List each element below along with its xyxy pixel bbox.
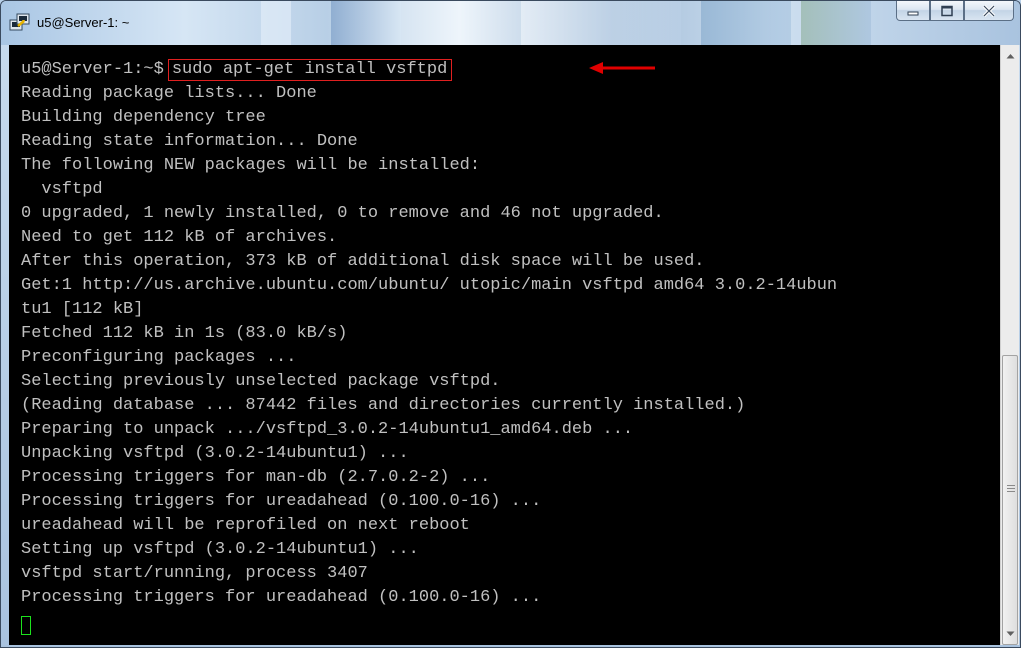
output-line: (Reading database ... 87442 files and di…	[21, 396, 746, 415]
annotation-arrow-icon	[589, 62, 655, 74]
thumb-grip	[1007, 488, 1015, 489]
title-bar-glass-streak	[261, 1, 291, 45]
output-line: Preconfiguring packages ...	[21, 348, 297, 367]
thumb-grip	[1007, 485, 1015, 486]
highlighted-command: sudo apt-get install vsftpd	[167, 59, 453, 81]
scroll-down-icon	[1006, 631, 1014, 636]
output-line: Get:1 http://us.archive.ubuntu.com/ubunt…	[21, 276, 838, 295]
output-line: Processing triggers for man-db (2.7.0.2-…	[21, 468, 491, 487]
output-line: Fetched 112 kB in 1s (83.0 kB/s)	[21, 324, 348, 343]
output-line: After this operation, 373 kB of addition…	[21, 252, 705, 271]
terminal-cursor[interactable]	[21, 616, 31, 635]
close-button[interactable]	[964, 1, 1014, 21]
output-line: Processing triggers for ureadahead (0.10…	[21, 492, 542, 511]
scroll-up-button[interactable]	[1001, 47, 1019, 65]
output-line: Reading package lists... Done	[21, 84, 317, 103]
window-title: u5@Server-1: ~	[37, 15, 130, 30]
title-bar[interactable]: u5@Server-1: ~	[1, 1, 1020, 45]
output-line: Processing triggers for ureadahead (0.10…	[21, 588, 542, 607]
title-bar-glass-streak	[521, 1, 681, 45]
caption-buttons	[896, 1, 1014, 23]
scroll-down-button[interactable]	[1001, 625, 1019, 643]
command-line: u5@Server-1:~$ sudo apt-get install vsftp…	[21, 58, 453, 82]
output-line: ureadahead will be reprofiled on next re…	[21, 516, 470, 535]
output-line: 0 upgraded, 1 newly installed, 0 to remo…	[21, 204, 664, 223]
thumb-grip	[1007, 491, 1015, 492]
close-icon	[982, 4, 996, 17]
terminal-output[interactable]: u5@Server-1:~$ sudo apt-get install vsftp…	[9, 45, 1001, 645]
output-line: Preparing to unpack .../vsftpd_3.0.2-14u…	[21, 420, 634, 439]
output-line: tu1 [112 kB]	[21, 300, 144, 319]
title-bar-glass-streak	[331, 1, 401, 45]
scroll-up-icon	[1006, 54, 1014, 59]
output-line: Building dependency tree	[21, 108, 266, 127]
output-line: Setting up vsftpd (3.0.2-14ubuntu1) ...	[21, 540, 419, 559]
minimize-button[interactable]	[896, 1, 930, 21]
output-line: The following NEW packages will be insta…	[21, 156, 481, 175]
output-line: Unpacking vsftpd (3.0.2-14ubuntu1) ...	[21, 444, 409, 463]
title-bar-glass-streak	[701, 1, 791, 45]
output-line: vsftpd start/running, process 3407	[21, 564, 368, 583]
putty-icon[interactable]	[9, 12, 31, 34]
output-line: vsftpd	[21, 180, 103, 199]
output-line: Selecting previously unselected package …	[21, 372, 501, 391]
title-bar-glass-streak	[801, 1, 871, 45]
minimize-icon	[907, 11, 919, 15]
output-line: Reading state information... Done	[21, 132, 358, 151]
maximize-icon	[941, 5, 953, 16]
maximize-button[interactable]	[930, 1, 964, 21]
scrollbar-thumb[interactable]	[1002, 355, 1018, 645]
terminal-window: u5@Server-1: ~ u5@Server-1:~$ sudo apt-g…	[0, 0, 1021, 648]
shell-prompt: u5@Server-1:~$	[21, 60, 164, 79]
output-line: Need to get 112 kB of archives.	[21, 228, 338, 247]
vertical-scrollbar[interactable]	[1000, 45, 1019, 645]
